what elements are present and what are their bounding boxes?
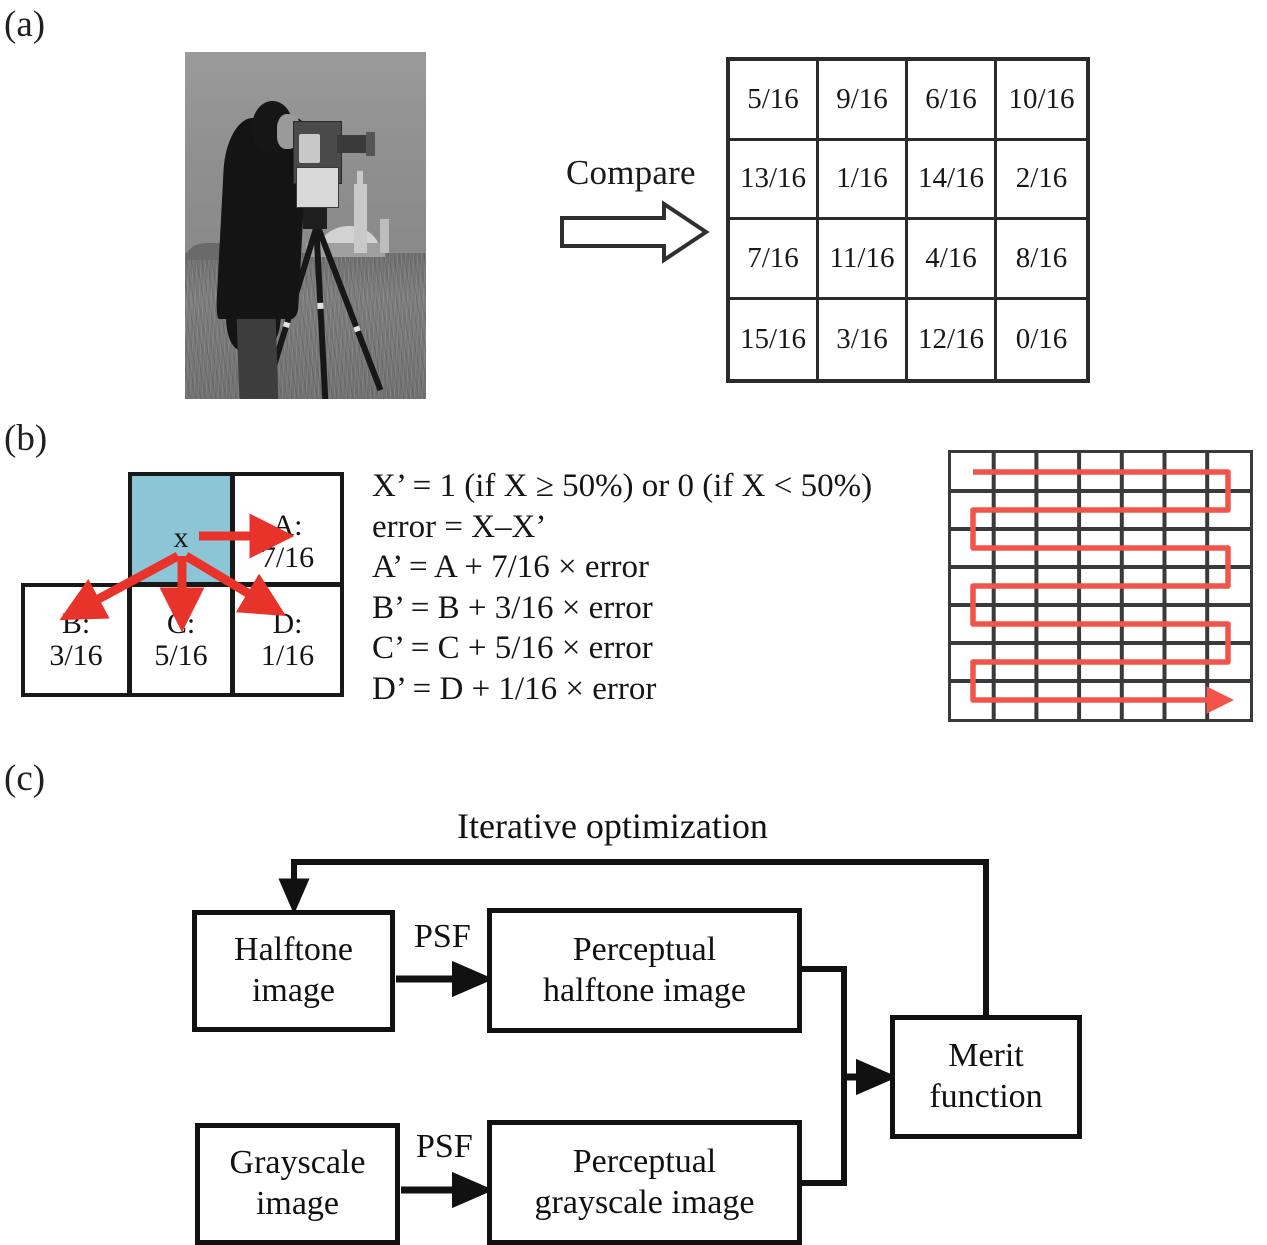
kernel-cell-a: A: 7/16: [231, 472, 344, 586]
bayer-cell: 6/16: [908, 61, 997, 141]
bayer-cell: 2/16: [997, 141, 1086, 220]
error-diffusion-equations: X’ = 1 (if X ≥ 50%) or 0 (if X < 50%) er…: [372, 466, 952, 709]
serpentine-scan-svg: [951, 453, 1250, 719]
photo-trousers: [236, 315, 279, 399]
perceptual-halftone-to-merit-connector: [802, 966, 847, 1077]
box-merit-function-label: Merit function: [929, 1037, 1043, 1115]
box-perceptual-grayscale-image: Perceptual grayscale image: [487, 1120, 802, 1245]
equation-line: D’ = D + 1/16 × error: [372, 670, 657, 707]
photo-tripod-band: [316, 302, 324, 309]
equation-line: C’ = C + 5/16 × error: [372, 630, 653, 666]
bayer-cell: 14/16: [908, 140, 997, 220]
box-grayscale-image-label: Grayscale image: [229, 1144, 366, 1222]
psf-label-top: PSF: [412, 918, 473, 956]
equation-line: A’ = A + 7/16 × error: [372, 549, 650, 585]
flowchart-title: Iterative optimization: [455, 805, 770, 847]
iterative-optimization-flowchart: Iterative optimization Halftone image Pe…: [0, 790, 1267, 1245]
bayer-cell: 8/16: [997, 220, 1086, 300]
bayer-cell: 7/16: [730, 220, 819, 300]
bayer-cell: 3/16: [819, 299, 908, 379]
equation-line: B’ = B + 3/16 × error: [372, 589, 653, 626]
box-perceptual-halftone-image: Perceptual halftone image: [487, 908, 802, 1033]
serpentine-path: [970, 469, 1234, 714]
box-perceptual-halftone-image-label: Perceptual halftone image: [543, 930, 746, 1009]
bayer-cell: 5/16: [730, 61, 819, 141]
box-perceptual-grayscale-image-label: Perceptual grayscale image: [534, 1142, 755, 1221]
kernel-cell-d-weight: 1/16: [260, 639, 315, 672]
bayer-cell: 0/16: [1015, 322, 1068, 355]
kernel-cell-d-label: D:: [272, 606, 303, 640]
compare-label: Compare: [566, 153, 696, 192]
kernel-cell-x-label: x: [173, 520, 189, 554]
box-halftone-image-label: Halftone image: [234, 931, 353, 1009]
kernel-cell-b-weight: 3/16: [49, 639, 103, 672]
compare-arrow-icon: [560, 200, 710, 264]
box-halftone-image: Halftone image: [192, 910, 395, 1032]
psf-label-bottom: PSF: [414, 1128, 475, 1166]
bayer-cell: 4/16: [908, 220, 997, 300]
error-diffusion-kernel-diagram: x A: 7/16 B: 3/16 C: 5/16 D: 1/16: [18, 472, 348, 697]
box-merit-function: Merit function: [890, 1015, 1082, 1139]
bayer-threshold-matrix: 5/16 9/16 6/16 10/16 13/16 1/16 14/16 2/…: [726, 57, 1090, 383]
kernel-cell-c-weight: 5/16: [154, 639, 208, 672]
bayer-cell: 1/16: [819, 140, 908, 220]
cameraman-image: [185, 52, 426, 399]
kernel-cell-b-label: B:: [61, 606, 91, 640]
serpentine-scan-grid: [948, 450, 1253, 722]
bayer-cell: 13/16: [730, 140, 819, 220]
photo-tower-right: [380, 218, 389, 254]
bayer-cell: 15/16: [730, 299, 819, 379]
photo-tower-left: [353, 171, 367, 254]
kernel-cell-a-weight: 7/16: [260, 541, 315, 574]
kernel-cell-x: x: [128, 472, 234, 586]
bayer-cell: 9/16: [819, 61, 908, 141]
panel-label-b: (b): [4, 418, 48, 459]
bayer-cell: 10/16: [997, 61, 1086, 141]
kernel-cell-a-label: A:: [272, 508, 303, 542]
photo-tripod-band: [353, 325, 361, 333]
bayer-cell: 12/16: [908, 299, 997, 379]
bayer-cell: 11/16: [819, 220, 908, 300]
kernel-cell-c-label: C:: [166, 606, 196, 640]
equation-line: X’ = 1 (if X ≥ 50%) or 0 (if X < 50%): [372, 468, 873, 504]
perceptual-grayscale-to-merit-connector: [802, 1077, 847, 1186]
photo-camera-lens-hood: [365, 131, 376, 157]
photo-camera-lower: [295, 166, 340, 209]
panel-label-a: (a): [4, 4, 46, 45]
kernel-cell-d: D: 1/16: [231, 583, 344, 697]
equation-line: error = X–X’: [372, 508, 547, 545]
kernel-cell-c: C: 5/16: [128, 583, 234, 697]
box-grayscale-image: Grayscale image: [195, 1123, 400, 1245]
kernel-cell-b: B: 3/16: [21, 583, 131, 697]
